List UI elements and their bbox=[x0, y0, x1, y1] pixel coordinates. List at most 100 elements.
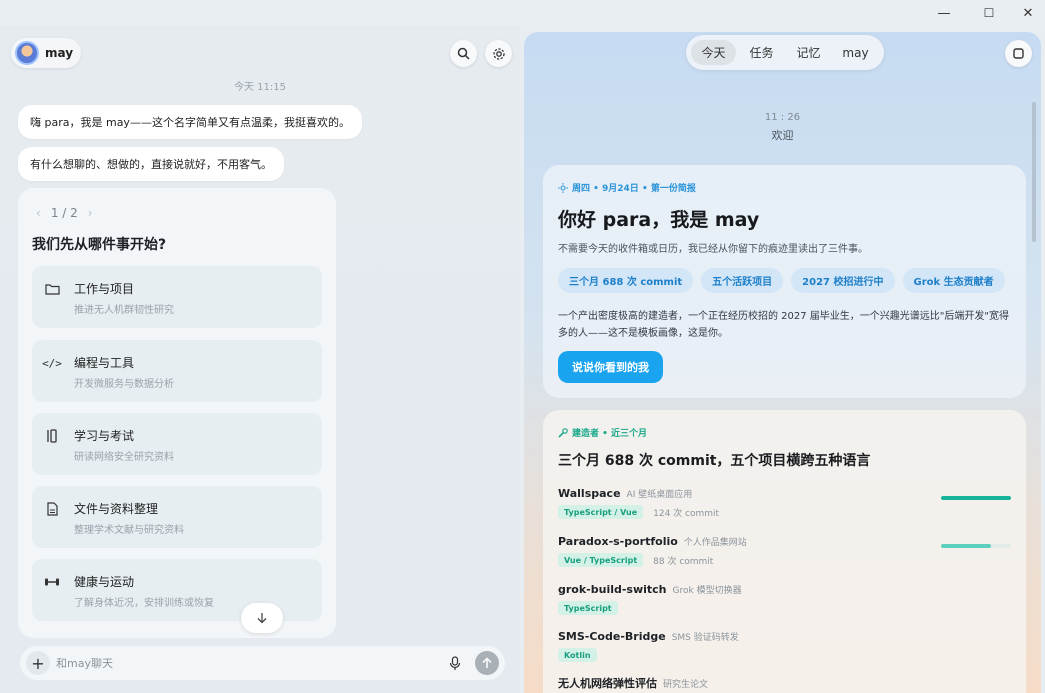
settings-button[interactable] bbox=[485, 40, 512, 67]
topic-desc: 了解身体近况，安排训练或恢复 bbox=[74, 598, 214, 609]
chip[interactable]: 2027 校招进行中 bbox=[791, 268, 895, 293]
maximize-button[interactable]: ☐ bbox=[969, 2, 1009, 24]
repo-item[interactable]: SMS-Code-Bridge SMS 验证码转发 Kotlin bbox=[558, 625, 1018, 662]
repo-lang: TypeScript / Vue bbox=[558, 505, 644, 519]
topic-desc: 推进无人机群韧性研究 bbox=[74, 305, 174, 316]
microphone-icon bbox=[449, 655, 461, 670]
briefing-pane: 今天 任务 记忆 may 11 : 26 欢迎 周四 • 9月24日 • 第一份… bbox=[524, 32, 1041, 693]
briefing-title: 你好 para，我是 may bbox=[558, 209, 760, 231]
repo-progress-fill bbox=[941, 496, 1011, 500]
repo-desc: 研究生论文 bbox=[663, 680, 709, 690]
repo-name: Paradox-s-portfolio bbox=[558, 535, 678, 548]
builder-title: 三个月 688 次 commit，五个项目横跨五种语言 bbox=[558, 453, 871, 469]
welcome-text: 欢迎 bbox=[771, 129, 794, 142]
chip[interactable]: 三个月 688 次 commit bbox=[558, 268, 694, 293]
scrollbar[interactable] bbox=[1032, 102, 1036, 242]
tab-bar: 今天 任务 记忆 may bbox=[686, 35, 884, 70]
dumbbell-icon bbox=[44, 575, 60, 589]
briefing-tag-text: 周四 • 9月24日 • 第一份简报 bbox=[572, 184, 696, 194]
repo-item[interactable]: Wallspace AI 壁纸桌面应用 TypeScript / Vue 124 … bbox=[558, 482, 1018, 519]
topic-label: 工作与项目 bbox=[74, 282, 135, 296]
search-icon bbox=[457, 47, 470, 60]
arrow-down-icon bbox=[257, 613, 267, 624]
chip[interactable]: Grok 生态贡献者 bbox=[902, 268, 1005, 293]
topic-desc: 研读网络安全研究资料 bbox=[74, 452, 174, 463]
repo-name: 无人机网络弹性评估 bbox=[558, 677, 657, 690]
briefing-tag: 周四 • 9月24日 • 第一份简报 bbox=[558, 181, 696, 194]
chip-row: 三个月 688 次 commit 五个活跃项目 2027 校招进行中 Grok … bbox=[558, 268, 1005, 293]
repo-commits: 124 次 commit bbox=[653, 508, 720, 519]
repo-lang: Vue / TypeScript bbox=[558, 553, 644, 567]
repo-lang: TypeScript bbox=[558, 601, 618, 615]
pager: ‹ 1 / 2 › bbox=[36, 206, 93, 220]
chat-input-bar: + bbox=[20, 646, 505, 680]
topic-desc: 开发微服务与数据分析 bbox=[74, 379, 174, 390]
chat-input[interactable] bbox=[56, 653, 416, 673]
topic-label: 健康与运动 bbox=[74, 575, 135, 589]
repo-name: grok-build-switch bbox=[558, 583, 667, 596]
repo-item[interactable]: 无人机网络弹性评估 研究生论文 bbox=[558, 672, 1018, 691]
tab-memory[interactable]: 记忆 bbox=[786, 40, 831, 65]
topic-card-files[interactable]: 文件与资料整理 整理学术文献与研究资料 bbox=[32, 486, 322, 548]
topic-card-work[interactable]: 工作与项目 推进无人机群韧性研究 bbox=[32, 266, 322, 328]
square-icon bbox=[1013, 48, 1024, 59]
topic-label: 文件与资料整理 bbox=[74, 502, 159, 516]
user-name: may bbox=[45, 46, 74, 60]
briefing-card: 周四 • 9月24日 • 第一份简报 你好 para，我是 may 不需要今天的… bbox=[543, 165, 1026, 398]
repo-commits: 88 次 commit bbox=[653, 556, 714, 567]
repo-progress-track bbox=[941, 496, 1011, 500]
repo-progress-fill bbox=[941, 544, 991, 548]
next-page-icon[interactable]: › bbox=[88, 206, 93, 220]
topic-card-study[interactable]: 学习与考试 研读网络安全研究资料 bbox=[32, 413, 322, 475]
builder-card: 建造者 • 近三个月 三个月 688 次 commit，五个项目横跨五种语言 W… bbox=[543, 410, 1026, 693]
repo-item[interactable]: grok-build-switch Grok 模型切换器 TypeScript bbox=[558, 578, 1018, 615]
chat-pane: may 今天 11:15 嗨 para，我是 may——这个名字简单又有点温柔，… bbox=[0, 26, 520, 693]
briefing-body: 一个产出密度极高的建造者，一个正在经历校招的 2027 届毕业生，一个兴趣光谱远… bbox=[558, 311, 1010, 339]
document-icon bbox=[44, 502, 60, 516]
pager-label: 1 / 2 bbox=[50, 206, 78, 220]
book-icon bbox=[44, 429, 60, 443]
sun-icon bbox=[558, 182, 568, 193]
tab-tasks[interactable]: 任务 bbox=[739, 40, 784, 65]
repo-name: SMS-Code-Bridge bbox=[558, 630, 666, 643]
builder-tag: 建造者 • 近三个月 bbox=[558, 426, 647, 439]
repo-desc: SMS 验证码转发 bbox=[671, 633, 739, 643]
repo-desc: AI 壁纸桌面应用 bbox=[626, 490, 693, 500]
topic-label: 编程与工具 bbox=[74, 356, 135, 370]
prev-page-icon[interactable]: ‹ bbox=[36, 206, 41, 220]
plus-icon: + bbox=[31, 653, 45, 673]
topic-label: 学习与考试 bbox=[74, 429, 135, 443]
voice-button[interactable] bbox=[444, 652, 466, 674]
tab-may[interactable]: may bbox=[833, 40, 878, 65]
title-bar: — ☐ ✕ bbox=[0, 0, 1045, 26]
builder-tag-text: 建造者 • 近三个月 bbox=[572, 429, 648, 439]
tell-me-button[interactable]: 说说你看到的我 bbox=[558, 351, 663, 383]
close-button[interactable]: ✕ bbox=[1008, 2, 1045, 24]
repo-item[interactable]: Paradox-s-portfolio 个人作品集网站 Vue / TypeScr… bbox=[558, 530, 1018, 567]
tab-today[interactable]: 今天 bbox=[691, 40, 736, 65]
message-bubble: 嗨 para，我是 may——这个名字简单又有点温柔，我挺喜欢的。 bbox=[18, 105, 362, 139]
user-chip[interactable]: may bbox=[11, 38, 81, 68]
repo-desc: Grok 模型切换器 bbox=[672, 586, 742, 596]
search-button[interactable] bbox=[450, 40, 477, 67]
scroll-down-button[interactable] bbox=[241, 603, 283, 633]
chip[interactable]: 五个活跃项目 bbox=[701, 268, 784, 293]
code-icon: </> bbox=[42, 356, 62, 370]
send-button[interactable] bbox=[475, 651, 499, 675]
arrow-up-icon bbox=[482, 657, 492, 668]
avatar bbox=[15, 41, 39, 65]
topic-card-coding[interactable]: </> 编程与工具 开发微服务与数据分析 bbox=[32, 340, 322, 402]
chat-timestamp: 今天 11:15 bbox=[234, 82, 286, 93]
panel-toggle-button[interactable] bbox=[1005, 40, 1032, 67]
wrench-icon bbox=[558, 427, 568, 438]
add-attachment-button[interactable]: + bbox=[26, 651, 50, 675]
minimize-button[interactable]: — bbox=[924, 2, 964, 24]
folder-icon bbox=[44, 282, 60, 296]
topic-desc: 整理学术文献与研究资料 bbox=[74, 525, 184, 536]
repo-name: Wallspace bbox=[558, 487, 621, 500]
repo-lang: Kotlin bbox=[558, 648, 597, 662]
message-bubble: 有什么想聊的、想做的，直接说就好，不用客气。 bbox=[18, 147, 284, 181]
panel-title: 我们先从哪件事开始? bbox=[32, 237, 167, 253]
clock-time: 11 : 26 bbox=[764, 112, 801, 123]
repo-progress-track bbox=[941, 544, 1011, 548]
